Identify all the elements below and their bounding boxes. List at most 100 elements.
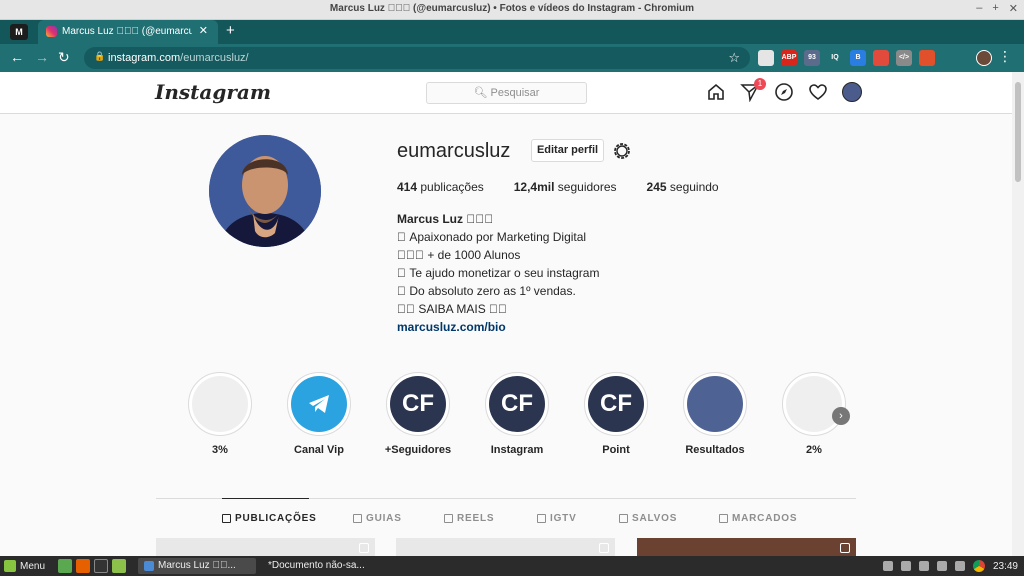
pinned-tab[interactable]: M [10, 24, 28, 40]
page-scrollbar[interactable] [1012, 72, 1024, 556]
settings-gear-icon[interactable] [612, 141, 632, 161]
maximize-icon[interactable]: + [992, 2, 998, 15]
show-desktop-icon[interactable] [58, 559, 72, 573]
tab-guias[interactable]: GUIAS [353, 513, 402, 524]
bio-link[interactable]: marcusluz.com/bio [397, 318, 599, 336]
post-thumbnail[interactable] [156, 538, 375, 556]
edit-profile-button[interactable]: Editar perfil [531, 139, 604, 162]
story-highlight[interactable]: CF Instagram [477, 372, 557, 456]
notification-badge: 1 [754, 78, 766, 90]
close-icon[interactable]: ✕ [1009, 2, 1018, 15]
tab-label: PUBLICAÇÕES [235, 513, 317, 524]
puzzle-icon[interactable] [942, 50, 958, 66]
activity-heart-icon[interactable] [808, 82, 828, 102]
network-icon[interactable] [954, 561, 965, 571]
guide-icon [353, 514, 362, 523]
forward-icon[interactable]: → [35, 49, 49, 65]
url-host: instagram.com [108, 52, 181, 64]
start-menu-button[interactable]: Menu [4, 560, 45, 572]
ext-b-icon[interactable]: B [850, 50, 866, 66]
story-highlights: 3% Canal Vip CF +Seguidores CF Instagram CF Poi… [0, 372, 1012, 462]
tab-salvos[interactable]: SALVOS [619, 513, 677, 524]
highlight-label: Instagram [490, 444, 544, 456]
highlight-label: 2% [806, 444, 822, 456]
mint-logo-icon [4, 560, 16, 572]
battery-icon[interactable] [936, 561, 947, 571]
post-thumbnail[interactable] [637, 538, 856, 556]
firefox-icon[interactable] [76, 559, 90, 573]
direct-messages-icon[interactable]: 1 [740, 78, 766, 103]
highlights-next-chevron-icon[interactable]: › [832, 407, 850, 425]
instagram-page: Instagram 🔍︎ Pesquisar 1 eumarcusluz Edi… [0, 72, 1012, 556]
ext-pin-icon[interactable] [873, 50, 889, 66]
bio-line: 󰀀 Apaixonado por Marketing Digital [397, 230, 587, 244]
stat-followers[interactable]: 12,4mil seguidores [514, 180, 617, 194]
window-title: Marcus Luz 󰀀󰀀󰀀 (@eumarcusluz) • Fotos e … [329, 3, 695, 14]
user-icon[interactable] [882, 561, 893, 571]
scrollbar-thumb[interactable] [1015, 82, 1021, 182]
profile-avatar[interactable] [209, 135, 321, 247]
user-avatar[interactable] [842, 82, 862, 102]
highlight-ring [683, 372, 747, 436]
adblock-plus-icon[interactable]: ABP [781, 50, 797, 66]
story-highlight[interactable]: Canal Vip [279, 372, 359, 456]
ext-icon[interactable] [758, 50, 774, 66]
tab-igtv[interactable]: IGTV [537, 513, 577, 524]
tab-reels[interactable]: REELS [444, 513, 494, 524]
bookmark-star-icon[interactable]: ☆ [728, 50, 740, 66]
terminal-icon[interactable] [94, 559, 108, 573]
taskbar-window-chromium[interactable]: Marcus Luz 󰀀󰀀... [138, 558, 256, 574]
ext-code-icon[interactable]: </> [896, 50, 912, 66]
highlight-ring: CF [485, 372, 549, 436]
stat-posts: 414 publicações [397, 180, 484, 194]
ext-grid-icon[interactable] [919, 50, 935, 66]
explore-compass-icon[interactable] [774, 82, 794, 102]
reload-icon[interactable]: ↻ [58, 49, 70, 66]
bio-line: 󰀀󰀀󰀀 + de 1000 Alunos [397, 248, 521, 262]
tab-publicações[interactable]: PUBLICAÇÕES [222, 513, 317, 524]
system-tray: 23:49 [882, 560, 1018, 572]
highlight-label: +Seguidores [384, 444, 452, 456]
taskbar-window-editor[interactable]: *Documento não-sa... [258, 558, 370, 574]
menu-kebab-icon[interactable]: ⋮ [998, 48, 1012, 65]
address-bar[interactable]: 🔒 instagram.com/eumarcusluz/ ☆ [84, 47, 750, 69]
browser-tab-active[interactable]: Marcus Luz 󰀀󰀀󰀀 (@eumarcusluz) • Instagra… [38, 20, 218, 44]
files-icon[interactable] [112, 559, 126, 573]
highlight-cover [687, 376, 743, 432]
instagram-logo[interactable]: Instagram [155, 80, 271, 104]
ext-iq-icon[interactable]: IQ [827, 50, 843, 66]
stat-following[interactable]: 245 seguindo [647, 180, 719, 194]
highlight-logo-text: CF [600, 390, 632, 417]
profile-username: eumarcusluz [397, 140, 511, 162]
highlight-label: Resultados [685, 444, 745, 456]
new-tab-button[interactable]: + [226, 22, 235, 39]
wifi-icon[interactable] [900, 561, 911, 571]
browser-toolbar: ← → ↻ 🔒 instagram.com/eumarcusluz/ ☆ ABP… [0, 44, 1024, 72]
post-thumbnail[interactable] [396, 538, 615, 556]
tab-label: GUIAS [366, 513, 402, 524]
os-taskbar: Menu Marcus Luz 󰀀󰀀... *Documento não-sa.… [0, 556, 1024, 576]
window-titlebar: Marcus Luz 󰀀󰀀󰀀 (@eumarcusluz) • Fotos e … [0, 0, 1024, 20]
chromium-icon [144, 561, 154, 571]
story-highlight[interactable]: 3% [180, 372, 260, 456]
minimize-icon[interactable]: – [976, 2, 982, 15]
story-highlight[interactable]: CF +Seguidores [378, 372, 458, 456]
bookmark-icon [619, 514, 628, 523]
home-icon[interactable] [706, 82, 726, 102]
back-icon[interactable]: ← [10, 49, 24, 65]
profile-avatar-icon[interactable] [976, 50, 992, 66]
posts-grid [156, 538, 856, 556]
chromium-tray-icon[interactable] [972, 560, 985, 572]
story-highlight[interactable]: CF Point [576, 372, 656, 456]
highlight-ring [287, 372, 351, 436]
search-input[interactable]: 🔍︎ Pesquisar [426, 82, 587, 104]
story-highlight[interactable]: Resultados [675, 372, 755, 456]
bio-line: 󰀀 Do absoluto zero as 1º vendas. [397, 284, 576, 298]
taskbar-window-label: *Documento não-sa... [268, 560, 365, 571]
ext-counter-icon[interactable]: 93 [804, 50, 820, 66]
tab-marcados[interactable]: MARCADOS [719, 513, 797, 524]
tab-close-icon[interactable]: ✕ [199, 24, 208, 37]
volume-icon[interactable] [918, 561, 929, 571]
tab-title: Marcus Luz 󰀀󰀀󰀀 (@eumarcusluz) • Instagra… [62, 26, 192, 37]
bio-line: 󰀀 Te ajudo monetizar o seu instagram [397, 266, 600, 280]
